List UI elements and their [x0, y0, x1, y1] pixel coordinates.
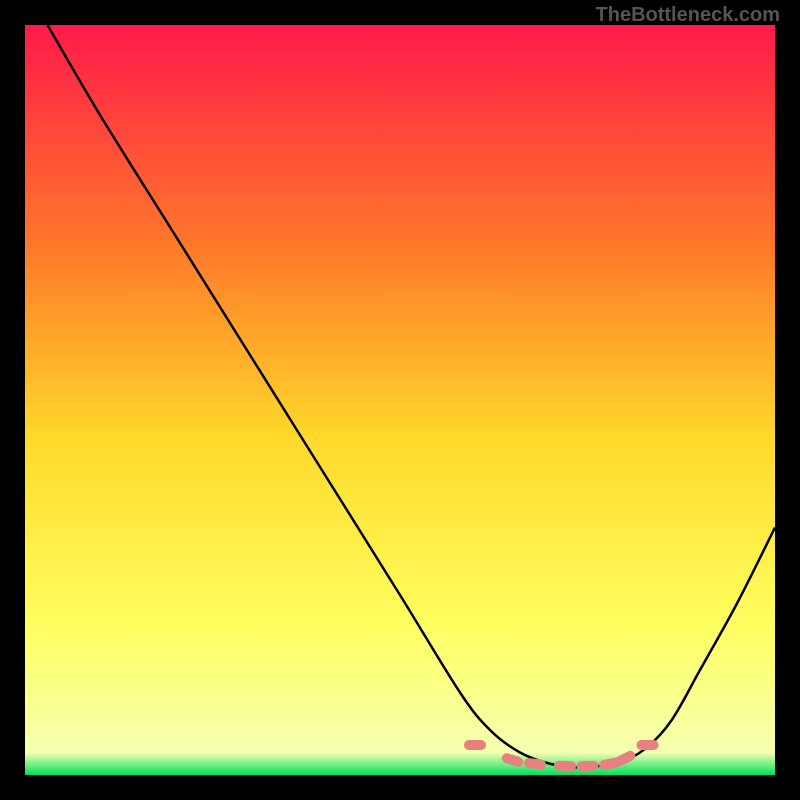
- plot-area: [25, 25, 775, 775]
- curve-marker: [637, 740, 659, 750]
- curve-marker: [464, 740, 486, 750]
- chart-svg: [25, 25, 775, 775]
- watermark-text: TheBottleneck.com: [596, 4, 780, 27]
- gradient-background: [25, 25, 775, 775]
- chart-root: TheBottleneck.com: [0, 0, 800, 800]
- curve-marker: [554, 761, 576, 772]
- curve-marker: [576, 760, 598, 771]
